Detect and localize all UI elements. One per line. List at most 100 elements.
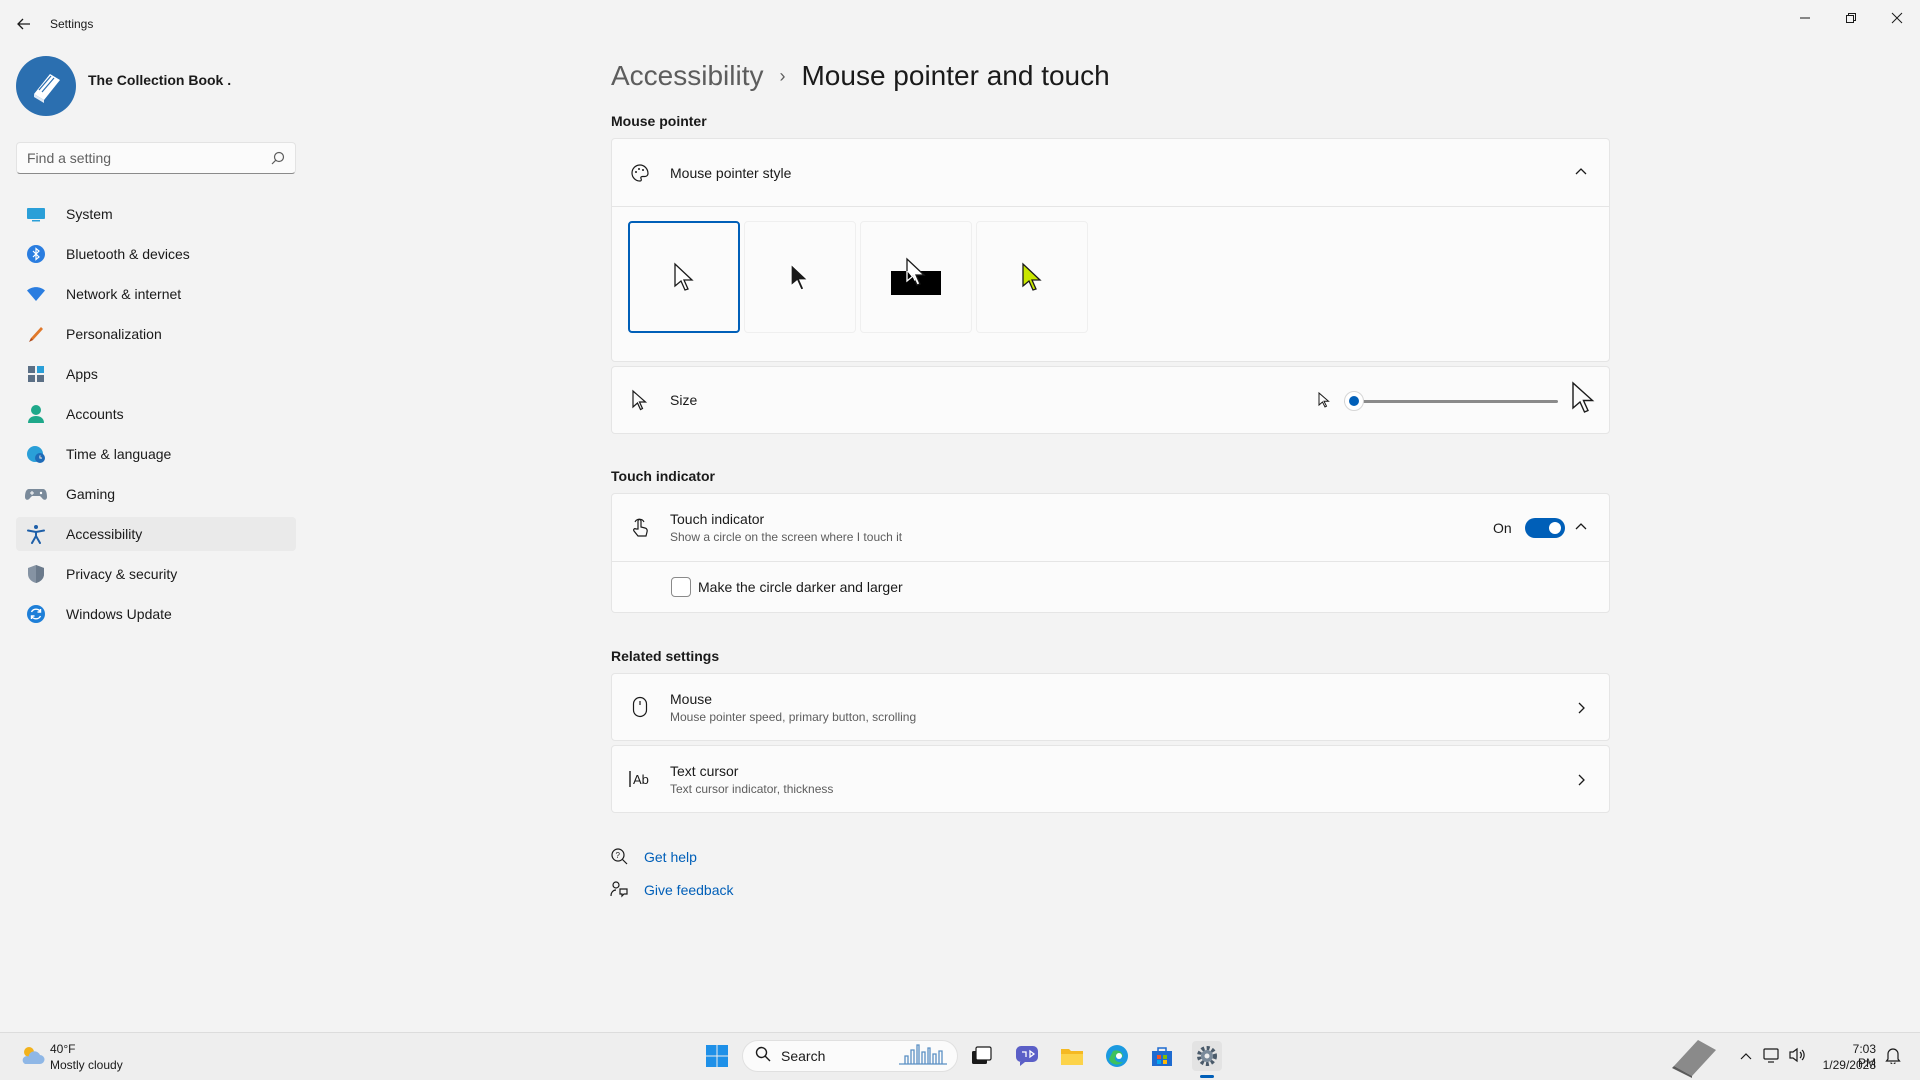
settings-app-button[interactable] [1192, 1041, 1222, 1071]
small-cursor-icon [1317, 391, 1331, 414]
volume-tray-icon[interactable] [1788, 1046, 1806, 1069]
palette-icon [628, 161, 652, 185]
related-mouse-row[interactable]: Mouse Mouse pointer speed, primary butto… [611, 673, 1610, 741]
globe-clock-icon [24, 442, 48, 466]
minimize-button[interactable] [1782, 4, 1828, 32]
related-mouse-subtitle: Mouse pointer speed, primary button, scr… [670, 709, 917, 724]
mouse-pointer-style-header[interactable]: Mouse pointer style [612, 139, 1609, 207]
sidebar-item-gaming[interactable]: Gaming [16, 477, 296, 511]
search-input[interactable] [17, 143, 257, 173]
bluetooth-icon [24, 242, 48, 266]
file-explorer-button[interactable] [1057, 1041, 1087, 1071]
close-button[interactable] [1874, 4, 1920, 32]
related-mouse-title: Mouse [670, 690, 713, 707]
darker-circle-label: Make the circle darker and larger [698, 579, 903, 595]
sidebar-item-label: Privacy & security [66, 566, 178, 582]
chevron-up-icon[interactable] [1575, 520, 1587, 538]
touch-indicator-title: Touch indicator [670, 511, 765, 527]
search-icon[interactable] [271, 151, 285, 170]
sidebar-item-apps[interactable]: Apps [16, 357, 296, 391]
breadcrumb: Accessibility › Mouse pointer and touch [611, 54, 1110, 98]
mouse-icon [628, 695, 652, 719]
sidebar-item-system[interactable]: System [16, 197, 296, 231]
chevron-up-tray-icon[interactable] [1740, 1050, 1752, 1068]
restore-button[interactable] [1828, 4, 1874, 32]
wifi-icon [24, 282, 48, 306]
text-cursor-icon: Ab [628, 767, 652, 791]
accessibility-icon [24, 522, 48, 546]
slider-thumb[interactable] [1344, 391, 1364, 411]
close-icon [1891, 12, 1903, 24]
toggle-state-label: On [1493, 520, 1512, 536]
touch-indicator-card: Touch indicator Show a circle on the scr… [611, 493, 1610, 613]
taskbar-search[interactable]: Search [742, 1040, 958, 1072]
sidebar-item-windows-update[interactable]: Windows Update [16, 597, 296, 631]
notification-bell-icon[interactable] [1884, 1046, 1902, 1069]
touch-indicator-text: Touch indicator Show a circle on the scr… [670, 511, 902, 544]
related-text-cursor-row[interactable]: Ab Text cursor Text cursor indicator, th… [611, 745, 1610, 813]
edge-icon [1106, 1045, 1128, 1067]
taskbar-date[interactable]: 1/29/2023 [1816, 1058, 1876, 1072]
book-logo-icon [34, 74, 60, 103]
title-bar [0, 0, 1920, 48]
get-help-icon: ? [610, 847, 628, 870]
sidebar-item-network[interactable]: Network & internet [16, 277, 296, 311]
task-view-button[interactable] [967, 1041, 997, 1071]
pointer-style-white[interactable] [628, 221, 740, 333]
mouse-pointer-style-label: Mouse pointer style [670, 164, 792, 181]
related-mouse-text: Mouse Mouse pointer speed, primary butto… [670, 691, 916, 724]
task-view-icon [972, 1046, 992, 1064]
person-icon [24, 402, 48, 426]
sidebar-item-label: Personalization [66, 326, 162, 342]
settings-search[interactable] [16, 142, 296, 174]
feedback-icon [610, 880, 628, 903]
folder-icon [1061, 1049, 1083, 1065]
sidebar-item-accounts[interactable]: Accounts [16, 397, 296, 431]
sidebar-item-label: Apps [66, 366, 98, 382]
black-cursor-icon [790, 262, 810, 291]
back-button[interactable] [12, 12, 36, 36]
pointer-style-inverted[interactable] [860, 221, 972, 333]
custom-color-cursor-icon [1022, 262, 1042, 291]
darker-circle-checkbox[interactable] [671, 577, 691, 597]
sidebar-item-accessibility[interactable]: Accessibility [16, 517, 296, 551]
touch-indicator-header[interactable]: Touch indicator Show a circle on the scr… [612, 494, 1609, 562]
pointer-style-black[interactable] [744, 221, 856, 333]
slider-track [1344, 400, 1558, 403]
sidebar-item-label: Gaming [66, 486, 116, 502]
touch-indicator-subtitle: Show a circle on the screen where I touc… [670, 530, 903, 544]
edge-browser-button[interactable] [1102, 1041, 1132, 1071]
store-button[interactable] [1147, 1041, 1177, 1071]
sidebar-item-label: Network & internet [66, 286, 182, 302]
pointer-size-slider[interactable] [1344, 391, 1558, 411]
start-button[interactable] [702, 1041, 732, 1071]
sidebar-item-label: System [66, 206, 113, 222]
breadcrumb-parent-link[interactable]: Accessibility [611, 60, 763, 92]
sidebar-item-privacy[interactable]: Privacy & security [16, 557, 296, 591]
pointer-size-row: Size [611, 366, 1610, 434]
network-tray-icon[interactable] [1763, 1046, 1781, 1069]
related-text-cursor-subtitle: Text cursor indicator, thickness [670, 781, 834, 796]
svg-text:Ab: Ab [633, 772, 649, 787]
taskbar-search-label: Search [781, 1048, 826, 1064]
sidebar-item-label: Accessibility [66, 526, 143, 542]
inverted-cursor-icon [891, 257, 941, 295]
give-feedback-link[interactable]: Give feedback [644, 882, 734, 898]
touch-indicator-toggle[interactable] [1525, 518, 1565, 538]
chat-button[interactable] [1012, 1041, 1042, 1071]
apps-icon [24, 362, 48, 386]
sidebar-item-personalization[interactable]: Personalization [16, 317, 296, 351]
sidebar-item-label: Accounts [66, 406, 124, 422]
app-title: Settings [50, 17, 94, 31]
minimize-icon [1800, 17, 1810, 19]
sidebar-item-bluetooth[interactable]: Bluetooth & devices [16, 237, 296, 271]
sidebar-item-time-language[interactable]: Time & language [16, 437, 296, 471]
avatar[interactable] [16, 56, 76, 116]
book-watermark-icon [1668, 1034, 1722, 1080]
chevron-up-icon[interactable] [1575, 165, 1587, 183]
get-help-link[interactable]: Get help [644, 849, 697, 865]
search-icon [755, 1046, 771, 1067]
pointer-style-custom[interactable] [976, 221, 1088, 333]
section-heading-related: Related settings [611, 648, 720, 664]
cloud-weather-icon[interactable] [18, 1043, 46, 1072]
